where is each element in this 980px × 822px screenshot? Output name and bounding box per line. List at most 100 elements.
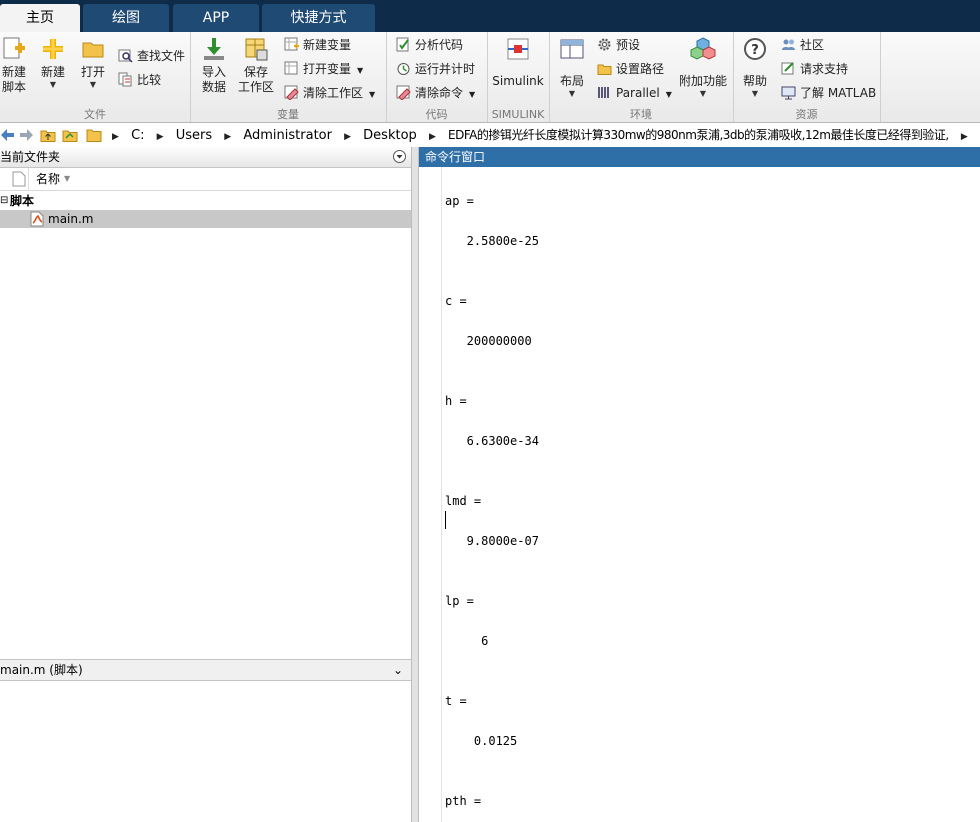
open-button[interactable]: 打开 ▼ — [76, 36, 110, 90]
parallel-icon — [597, 85, 612, 100]
clear-commands-button[interactable]: 清除命令 ▼ — [396, 83, 475, 103]
simulink-group-label: SIMULINK — [491, 108, 545, 121]
new-script-label-2: 脚本 — [1, 80, 26, 94]
chevron-down-icon: ▼ — [369, 90, 376, 99]
clear-workspace-button[interactable]: 清除工作区 ▼ — [284, 83, 375, 103]
chevron-down-icon: ▼ — [699, 89, 707, 98]
chevron-down-icon: ▼ — [568, 89, 576, 98]
file-name: main.m — [48, 212, 94, 226]
help-label: 帮助 — [742, 74, 767, 88]
command-gutter — [419, 167, 442, 822]
breadcrumb-item[interactable]: C: — [131, 128, 144, 143]
save-workspace-button[interactable]: 保存 工作区 — [236, 36, 276, 95]
layout-button[interactable]: 布局 ▼ — [555, 36, 589, 99]
new-label: 新建 — [40, 65, 65, 79]
pane-splitter[interactable] — [411, 147, 419, 822]
chevron-down-icon[interactable]: ⌄ — [393, 660, 403, 680]
run-and-time-label: 运行并计时 — [415, 62, 476, 76]
parallel-label: Parallel — [616, 86, 660, 100]
tab-plots[interactable]: 绘图 — [83, 4, 169, 32]
new-script-button[interactable]: 新建 脚本 — [0, 36, 28, 95]
tab-apps[interactable]: APP — [173, 4, 259, 32]
list-item[interactable]: main.m — [0, 210, 411, 228]
help-button[interactable]: ? 帮助 ▼ — [739, 36, 771, 99]
output-line: lmd = — [445, 494, 482, 508]
learn-matlab-button[interactable]: 了解 MATLAB — [781, 83, 876, 103]
tree-group-scripts[interactable]: ⊟ 脚本 — [0, 192, 411, 210]
analyze-code-button[interactable]: 分析代码 — [396, 35, 463, 55]
parallel-button[interactable]: Parallel ▼ — [597, 83, 672, 103]
tab-home[interactable]: 主页 — [0, 4, 80, 32]
breadcrumb-arrow-icon: ▶ — [224, 132, 232, 142]
simulink-label: Simulink — [492, 74, 544, 88]
browse-folder-icon[interactable] — [62, 127, 78, 143]
breadcrumb-arrow-icon: ▶ — [156, 132, 164, 142]
set-path-button[interactable]: 设置路径 — [597, 59, 664, 79]
chevron-down-icon: ▼ — [357, 66, 364, 75]
panel-menu-icon[interactable] — [392, 149, 407, 164]
breadcrumb-item[interactable]: Users — [176, 128, 212, 143]
chevron-down-icon: ▼ — [89, 80, 97, 89]
current-folder-panel: 当前文件夹 名称 ▼ ⊟ 脚本 main.m main.m (脚本) ⌄ — [0, 147, 411, 822]
breadcrumb-arrow-icon: ▶ — [112, 132, 119, 142]
community-label: 社区 — [800, 38, 825, 52]
compare-icon — [118, 72, 133, 87]
breadcrumb-arrow-icon: ▶ — [960, 132, 968, 142]
output-line: 200000000 — [445, 334, 532, 348]
command-window[interactable]: 命令行窗口 ap = 2.5800e-25 c = 200000000 h = … — [419, 147, 980, 822]
monitor-icon — [781, 85, 796, 100]
new-variable-button[interactable]: 新建变量 — [284, 35, 351, 55]
back-icon[interactable] — [0, 127, 16, 143]
import-data-button[interactable]: 导入 数据 — [196, 36, 232, 95]
breadcrumb: ▶ C: ▶ Users ▶ Administrator ▶ Desktop ▶… — [104, 123, 980, 147]
column-name[interactable]: 名称 — [36, 168, 60, 190]
ribbon-group-resources: ? 帮助 ▼ 社区 请求支持 了解 MATLAB 资源 — [733, 32, 881, 122]
simulink-button[interactable]: Simulink — [489, 36, 547, 89]
run-and-time-button[interactable]: 运行并计时 — [396, 59, 475, 79]
compare-button[interactable]: 比较 — [118, 70, 161, 90]
find-files-button[interactable]: 查找文件 — [118, 46, 185, 66]
community-button[interactable]: 社区 — [781, 35, 824, 55]
new-script-icon — [1, 36, 27, 62]
learn-matlab-label: 了解 MATLAB — [800, 86, 877, 100]
community-icon — [781, 37, 796, 52]
up-folder-icon[interactable] — [40, 127, 56, 143]
breadcrumb-item[interactable]: Administrator — [243, 128, 332, 143]
new-button[interactable]: 新建 ▼ — [36, 36, 70, 90]
file-group-label: 文件 — [84, 108, 106, 121]
addons-button[interactable]: 附加功能 ▼ — [677, 36, 729, 99]
open-variable-label: 打开变量 — [303, 62, 352, 76]
tab-shortcuts[interactable]: 快捷方式 — [262, 4, 375, 32]
chevron-down-icon: ▼ — [751, 89, 759, 98]
address-bar: ▶ C: ▶ Users ▶ Administrator ▶ Desktop ▶… — [0, 123, 980, 148]
details-header[interactable]: main.m (脚本) ⌄ — [0, 659, 411, 681]
preferences-button[interactable]: 预设 — [597, 35, 640, 55]
clear-workspace-label: 清除工作区 — [303, 86, 364, 100]
simulink-icon — [505, 36, 531, 62]
code-group-label: 代码 — [425, 108, 448, 121]
collapse-icon[interactable]: ⊟ — [0, 192, 8, 210]
breadcrumb-arrow-icon: ▶ — [344, 132, 352, 142]
gear-icon — [597, 37, 612, 52]
forward-icon[interactable] — [18, 127, 34, 143]
breadcrumb-item[interactable]: EDFA的掺铒光纤长度模拟计算330mw的980nm泵浦,3db的泵浦吸收,12… — [448, 128, 949, 142]
import-label-1: 导入 — [201, 65, 226, 79]
sort-down-icon[interactable]: ▼ — [64, 168, 70, 190]
output-line: ap = — [445, 194, 474, 208]
resources-group-label: 资源 — [795, 108, 818, 121]
compare-label: 比较 — [137, 73, 162, 87]
output-line: lp = — [445, 594, 474, 608]
details-title: main.m (脚本) — [0, 663, 83, 677]
request-support-button[interactable]: 请求支持 — [781, 59, 848, 79]
column-header: 名称 ▼ — [0, 168, 411, 191]
folder-icon — [86, 127, 102, 143]
text-cursor — [445, 511, 446, 529]
open-variable-button[interactable]: 打开变量 ▼ — [284, 59, 363, 79]
ribbon-group-file: 新建 脚本 新建 ▼ 打开 ▼ 查找文件 比较 文件 — [0, 32, 191, 122]
set-path-label: 设置路径 — [616, 62, 665, 76]
current-folder-title: 当前文件夹 — [0, 150, 61, 164]
find-files-label: 查找文件 — [137, 49, 186, 63]
breadcrumb-item[interactable]: Desktop — [363, 128, 417, 143]
tree-group-label: 脚本 — [10, 194, 35, 208]
layout-label: 布局 — [559, 74, 584, 88]
